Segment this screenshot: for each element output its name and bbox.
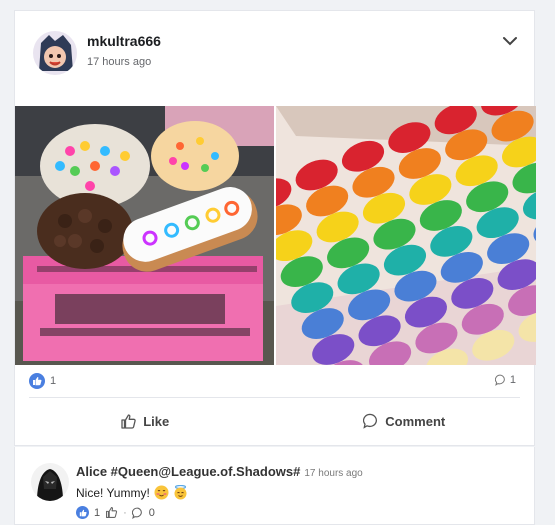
comment-count-stat[interactable]: 1: [494, 374, 516, 386]
comment-label: Comment: [385, 413, 446, 429]
like-button[interactable]: Like: [15, 406, 275, 436]
reply-icon[interactable]: [131, 507, 144, 519]
post-stats: 1 1: [29, 373, 520, 391]
comment-like-button[interactable]: [105, 506, 118, 519]
author-name[interactable]: mkultra666: [87, 33, 161, 49]
like-label: Like: [143, 413, 170, 429]
thumbs-up-icon: [121, 413, 136, 429]
like-reaction-icon[interactable]: [29, 373, 45, 389]
comment-count: 1: [509, 374, 516, 386]
comment-reactions: 1 · 0: [76, 506, 155, 519]
halo-face-icon: [173, 484, 188, 500]
separator-dot: ·: [123, 506, 127, 519]
post-actions: Like Comment: [15, 406, 534, 436]
commenter-avatar[interactable]: [31, 463, 69, 501]
comment-timestamp[interactable]: 17 hours ago: [304, 468, 362, 479]
comment-like-count[interactable]: 1: [94, 507, 100, 519]
post-timestamp[interactable]: 17 hours ago: [87, 56, 151, 68]
like-reaction-icon[interactable]: [76, 506, 89, 519]
divider: [29, 397, 520, 398]
photo-grid: [15, 106, 536, 365]
commenter-name: Alice #Queen@League.of.Shadows# 17 hours …: [76, 464, 363, 479]
blushing-face-icon: [154, 485, 169, 500]
post-card: mkultra666 17 hours ago 1 1 Like Comment: [14, 10, 536, 446]
chevron-down-icon[interactable]: [500, 33, 520, 49]
comment-button[interactable]: Comment: [275, 406, 535, 436]
reply-count[interactable]: 0: [149, 507, 155, 519]
commenter-name-text[interactable]: Alice #Queen@League.of.Shadows#: [76, 464, 300, 479]
macarons-photo[interactable]: [276, 106, 536, 365]
comment-bubble-icon: [494, 374, 505, 386]
comment-body: Nice! Yummy!: [76, 485, 150, 500]
author-avatar[interactable]: [33, 31, 77, 75]
like-count[interactable]: 1: [50, 375, 56, 387]
comment-text: Nice! Yummy!: [76, 484, 188, 500]
doughnuts-photo[interactable]: [15, 106, 274, 365]
comment-section: Alice #Queen@League.of.Shadows# 17 hours …: [14, 447, 535, 525]
comment-icon: [363, 413, 378, 429]
